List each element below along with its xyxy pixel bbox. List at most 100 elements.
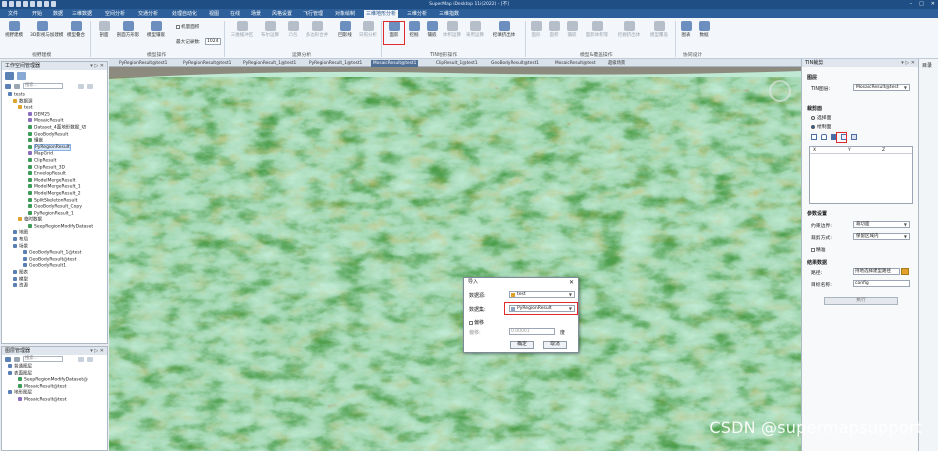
doc-tab[interactable]: ClipResult_1@test1	[434, 60, 480, 67]
offset-checkbox[interactable]	[469, 320, 473, 325]
menu-tab-spatial-analysis[interactable]: 空间分析	[103, 10, 127, 18]
filter-icon[interactable]	[14, 356, 20, 362]
doc-tab[interactable]: PyRegionResult_1@test1	[241, 60, 298, 67]
filter-icon[interactable]	[14, 83, 20, 89]
maximize-icon[interactable]: □	[919, 1, 924, 7]
datasource-select[interactable]: test ▼	[509, 291, 575, 298]
draw-face-option[interactable]: 绘制面	[811, 123, 831, 130]
tree-node-charts[interactable]: 图表	[2, 270, 107, 277]
doc-tab[interactable]: GeoBodyResult@test1	[489, 60, 541, 67]
3d-buffer-button[interactable]: 三维缓冲区	[228, 21, 256, 43]
cut-fill-extrude-button[interactable]: 挖填挤出体	[487, 21, 521, 43]
pin-icon[interactable]: ▾ ▷ ✕	[90, 62, 104, 70]
menu-tab-file[interactable]: 文件	[6, 10, 20, 18]
tree-node-scenes[interactable]: 场景	[2, 243, 107, 251]
points-table[interactable]: X Y Z	[809, 146, 913, 204]
sunlight-button[interactable]: 日照分析	[356, 21, 380, 43]
tree-node-dataset[interactable]: PyRegionResult_1	[2, 210, 107, 218]
tree-node-resources[interactable]: 资源	[2, 283, 107, 290]
tree-node-dataset[interactable]: Dataset_4面地形数据_切	[2, 124, 107, 132]
mosaic-button[interactable]: 镶嵌	[422, 21, 442, 43]
layer-search-input[interactable]: 搜索...	[23, 356, 63, 362]
menu-tab-view[interactable]: 视图	[207, 10, 221, 18]
tree-node-scene[interactable]: GeoBodyResult1	[2, 263, 107, 270]
tree-node-layouts[interactable]: 布局	[2, 237, 107, 244]
menu-tab-3d-data[interactable]: 三维数据	[70, 10, 94, 18]
menu-tab-flight[interactable]: 飞行管理	[301, 10, 325, 18]
data-button[interactable]: 数据	[695, 21, 713, 43]
section-button[interactable]: 剖面	[92, 21, 116, 43]
target-name-input[interactable]: config	[853, 280, 910, 287]
draw-face-radio[interactable]	[811, 124, 815, 129]
tree-node-dataset[interactable]: MosaicResult	[2, 118, 107, 125]
precise-option[interactable]: 精准	[811, 246, 826, 253]
layer-item[interactable]: MosaicResult@test	[2, 383, 107, 391]
area-button[interactable]: 面积	[544, 21, 564, 43]
doc-tab[interactable]: PyRegionResult_1@test1	[307, 60, 364, 67]
precise-checkbox[interactable]	[811, 247, 815, 252]
tree-node-dataset[interactable]: GeoBodyResult_Copy	[2, 204, 107, 211]
path-input[interactable]: 持地选择建型路径	[853, 268, 900, 275]
tree-node-temp-datasource[interactable]: 临时数据	[2, 217, 107, 224]
chart-button[interactable]: 图表	[677, 21, 695, 43]
minimize-icon[interactable]: –	[910, 1, 913, 7]
tree-node-dataset[interactable]: ModelMergeResult	[2, 177, 107, 185]
polygon-merge-button[interactable]: 多边形合并	[303, 21, 331, 43]
convex-hull-button[interactable]: 凸包	[281, 21, 305, 43]
layer-item[interactable]: SeepRegionModifyDataset@	[2, 377, 107, 384]
section-shadow-button[interactable]: 剖面方形影	[116, 21, 140, 43]
model-cover-button[interactable]: 模型覆盖	[645, 21, 673, 43]
layer-group-normal[interactable]: 普通图层	[2, 364, 107, 371]
volume-calc-button[interactable]: 体积运算	[440, 21, 464, 43]
view-model-button[interactable]: 视野建模	[2, 21, 26, 43]
polygon-icon[interactable]	[821, 134, 827, 140]
open-workspace-icon[interactable]	[17, 72, 26, 80]
model-mosaic-button[interactable]: 模型镶嵌	[144, 21, 168, 43]
batch-area-checkbox[interactable]	[176, 24, 180, 29]
max-records-input[interactable]: 1024	[205, 38, 221, 45]
menu-tab-3d-terrain[interactable]: 三维地形分析	[364, 10, 399, 18]
menu-tab-3d-analysis[interactable]: 三维分析	[405, 10, 429, 18]
execute-button[interactable]: 执行	[824, 297, 898, 305]
tree-node-dataset[interactable]: ClipResult	[2, 157, 107, 165]
workspace-search-input[interactable]: 搜索...	[23, 83, 63, 89]
collapse-icon[interactable]	[87, 356, 93, 362]
tree-node-dataset[interactable]: EnvelopResult	[2, 171, 107, 178]
model-overlay-button[interactable]: 模型叠合	[64, 21, 88, 43]
close-icon[interactable]: ✕	[931, 1, 935, 7]
expand-icon[interactable]	[78, 356, 84, 362]
tree-node-dataset[interactable]: ModelMergeResult_1	[2, 184, 107, 191]
new-icon[interactable]	[5, 83, 11, 89]
folder-icon[interactable]	[901, 268, 909, 275]
menu-tab-automation[interactable]: 处理自动化	[170, 10, 199, 18]
menu-tab-traffic-analysis[interactable]: 交通分析	[136, 10, 160, 18]
excavate-button[interactable]: 挖掘	[404, 21, 424, 43]
menu-tab-start[interactable]: 开始	[30, 10, 44, 18]
pin-icon[interactable]: ▾ ▷ ✕	[90, 347, 104, 355]
pin-icon[interactable]: ▾ ▷ ✕	[901, 59, 915, 67]
echo-line-button[interactable]: 回影线	[333, 21, 357, 43]
doc-tab[interactable]: PyRegionResult@test1	[117, 60, 169, 67]
tin-layer-select[interactable]: MosaicResult@test ▼	[853, 84, 910, 91]
clip-mode-select[interactable]: 保留区域内 ▼	[853, 233, 910, 240]
tree-node-datasources[interactable]: 数据源	[2, 98, 107, 106]
tree-node-dataset[interactable]: SplitSkeletonResult	[2, 197, 107, 205]
layer-group-terrain[interactable]: 地形图层	[2, 390, 107, 397]
face-shape-button[interactable]: 面形	[526, 21, 546, 43]
menu-tab-style[interactable]: 风格设置	[270, 10, 294, 18]
menu-tab-online[interactable]: 在线	[228, 10, 242, 18]
tree-node-dataset[interactable]: DEM25	[2, 111, 107, 119]
tree-node-scene[interactable]: GeoBodyResult@test	[2, 256, 107, 264]
excavate-extrude-button[interactable]: 挖掘挤出体	[614, 21, 644, 43]
doc-tab-active[interactable]: MosaicResult@test1	[371, 60, 419, 67]
tree-node-dataset[interactable]: ClipResult_3D	[2, 164, 107, 172]
tree-node-maps[interactable]: 地图	[2, 230, 107, 237]
compass-icon[interactable]	[769, 80, 791, 102]
doc-tab[interactable]: 超级场景	[606, 60, 627, 67]
clip-boundary-select[interactable]: 裁切面 ▼	[853, 221, 910, 228]
offset-input[interactable]: 0.00001	[509, 328, 555, 335]
cancel-button[interactable]: 取消	[543, 341, 567, 349]
3d-build-button[interactable]: 3D影视与加建模	[30, 21, 63, 43]
layer-item[interactable]: MosaicResult@test	[2, 396, 107, 404]
tree-node-dataset-selected[interactable]: PyRegionResult	[2, 144, 107, 152]
